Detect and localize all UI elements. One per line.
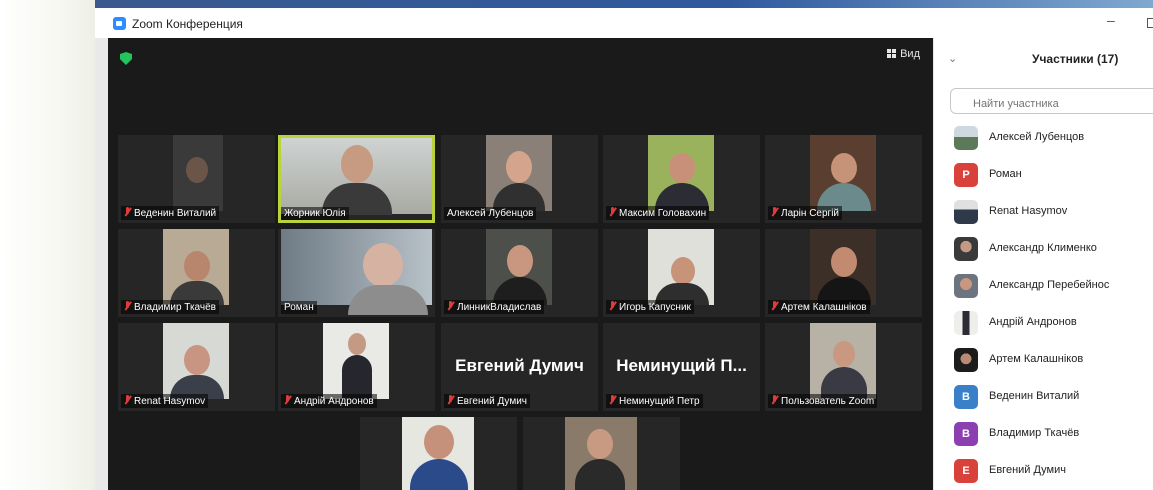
participant-item-name: Веденин Виталий: [989, 390, 1080, 402]
view-button[interactable]: Вид: [887, 48, 920, 60]
view-button-label: Вид: [900, 48, 920, 60]
mic-muted-icon: [771, 395, 778, 405]
video-tile[interactable]: ЛинникВладислав: [441, 229, 598, 317]
mic-muted-icon: [771, 301, 778, 311]
encryption-shield-icon[interactable]: [120, 52, 132, 65]
participant-search-input[interactable]: [950, 88, 1153, 114]
participant-item-name: Роман: [989, 168, 1022, 180]
participant-item[interactable]: Александр Перебейнос: [954, 274, 1153, 300]
participant-name: Пользователь Zoom: [781, 396, 875, 407]
mic-muted-icon: [124, 301, 131, 311]
participant-display-name: Неминущий П...: [616, 356, 747, 375]
mic-muted-icon: [284, 395, 291, 405]
desktop-top-strip: [95, 0, 1153, 8]
participant-name: Роман: [284, 302, 314, 313]
avatar: [954, 274, 978, 298]
mic-muted-icon: [771, 207, 778, 217]
mic-muted-icon: [609, 395, 616, 405]
mic-muted-icon: [447, 395, 454, 405]
participant-name: Алексей Лубенцов: [447, 208, 534, 219]
video-tile[interactable]: Неминущий П... Неминущий Петр: [603, 323, 760, 411]
video-tile[interactable]: Renat Hasymov: [118, 323, 275, 411]
avatar: [954, 311, 978, 335]
avatar: [954, 348, 978, 372]
participant-item-name: Александр Перебейнос: [989, 279, 1110, 291]
participant-item[interactable]: В Владимир Ткачёв: [954, 422, 1153, 448]
avatar: [954, 200, 978, 224]
participant-name: Игорь Капусник: [619, 302, 691, 313]
minimize-icon[interactable]: –: [1107, 12, 1115, 28]
participant-item-name: Евгений Думич: [989, 464, 1066, 476]
participant-name: Веденин Виталий: [134, 208, 217, 219]
participant-item[interactable]: Артем Калашніков: [954, 348, 1153, 374]
video-tile[interactable]: Веденин Виталий: [118, 135, 275, 223]
participant-name: Владимир Ткачёв: [134, 302, 216, 313]
avatar: В: [954, 422, 978, 446]
zoom-logo-icon: [113, 17, 126, 30]
video-tile[interactable]: Максим Головахин: [603, 135, 760, 223]
desktop-background: [0, 0, 95, 490]
gallery-view: Вид Веденин Виталий Жорник Юлія Алексей …: [108, 38, 933, 490]
video-tile[interactable]: Ларін Сергій: [765, 135, 922, 223]
chevron-down-icon[interactable]: ⌄: [948, 52, 957, 65]
video-tile[interactable]: Андрій Андронов: [278, 323, 435, 411]
mic-muted-icon: [609, 207, 616, 217]
mic-muted-icon: [124, 207, 131, 217]
avatar: Е: [954, 459, 978, 483]
participant-item[interactable]: В Веденин Виталий: [954, 385, 1153, 411]
participant-item-name: Артем Калашніков: [989, 353, 1084, 365]
window-title: Zoom Конференция: [132, 17, 243, 31]
participant-name: Андрій Андронов: [294, 396, 374, 407]
video-tile[interactable]: Владимир Ткачёв: [118, 229, 275, 317]
video-tile[interactable]: Игорь Капусник: [603, 229, 760, 317]
title-bar: Zoom Конференция –: [95, 8, 1153, 38]
participant-name: Жорник Юлія: [284, 208, 346, 219]
mic-muted-icon: [609, 301, 616, 311]
video-tile[interactable]: Пользователь Zoom: [765, 323, 922, 411]
zoom-window: Zoom Конференция – Вид Веденин Виталий Ж…: [95, 8, 1153, 490]
left-edge: [95, 38, 108, 490]
participants-title: Участники (17): [1032, 52, 1119, 66]
mic-muted-icon: [447, 301, 454, 311]
participant-name: Renat Hasymov: [134, 396, 206, 407]
video-tile[interactable]: Жорник Юлія: [278, 135, 435, 223]
avatar: [954, 126, 978, 150]
video-tile[interactable]: [523, 417, 680, 490]
video-tile[interactable]: [360, 417, 517, 490]
participant-name: Евгений Думич: [457, 396, 527, 407]
participant-name: Артем Калашніков: [781, 302, 867, 313]
participant-item-name: Александр Клименко: [989, 242, 1097, 254]
grid-icon: [887, 49, 897, 58]
participant-item[interactable]: Александр Клименко: [954, 237, 1153, 263]
participant-name: ЛинникВладислав: [457, 302, 542, 313]
participant-item[interactable]: Алексей Лубенцов: [954, 126, 1153, 152]
video-tile[interactable]: Алексей Лубенцов: [441, 135, 598, 223]
video-tile[interactable]: Роман: [278, 229, 435, 317]
participant-name: Ларін Сергій: [781, 208, 840, 219]
avatar: Р: [954, 163, 978, 187]
participant-name: Максим Головахин: [619, 208, 707, 219]
participant-item-name: Алексей Лубенцов: [989, 131, 1085, 143]
mic-muted-icon: [124, 395, 131, 405]
participants-panel: ⌄ Участники (17) Алексей Лубенцов Р Рома…: [933, 38, 1153, 490]
participant-item[interactable]: Е Евгений Думич: [954, 459, 1153, 485]
video-tile[interactable]: Евгений Думич Евгений Думич: [441, 323, 598, 411]
participant-item-name: Владимир Ткачёв: [989, 427, 1080, 439]
participant-item-name: Renat Hasymov: [989, 205, 1068, 217]
participant-item[interactable]: Р Роман: [954, 163, 1153, 189]
maximize-icon[interactable]: [1147, 18, 1153, 28]
participant-name: Неминущий Петр: [619, 396, 700, 407]
participant-display-name: Евгений Думич: [455, 356, 584, 375]
avatar: [954, 237, 978, 261]
participant-item-name: Андрій Андронов: [989, 316, 1077, 328]
participant-item[interactable]: Андрій Андронов: [954, 311, 1153, 337]
video-tile[interactable]: Артем Калашніков: [765, 229, 922, 317]
participant-item[interactable]: Renat Hasymov: [954, 200, 1153, 226]
avatar: В: [954, 385, 978, 409]
